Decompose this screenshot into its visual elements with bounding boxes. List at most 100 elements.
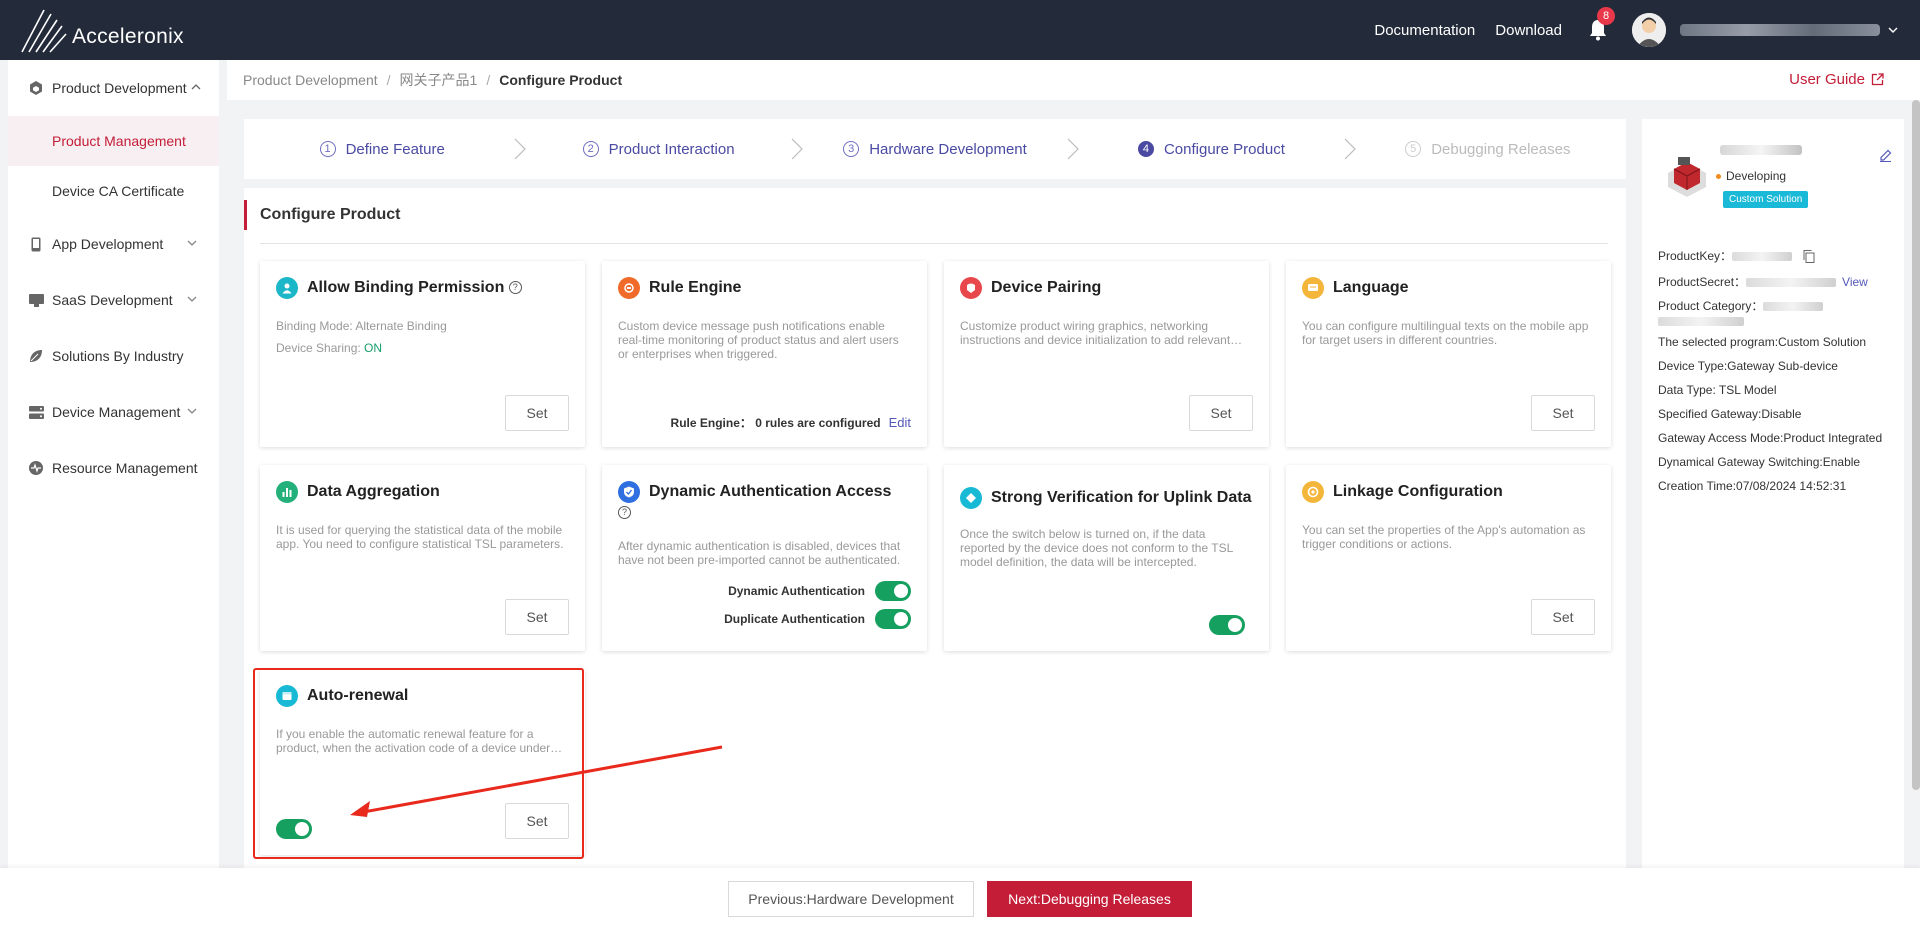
card-title: Language — [1333, 279, 1409, 296]
sidebar-item-label: SaaS Development — [52, 292, 173, 308]
sidebar-item-saas-development[interactable]: SaaS Development — [8, 272, 219, 328]
renewal-icon — [276, 685, 298, 707]
device-sharing-value: ON — [364, 341, 383, 355]
sidebar-item-product-development[interactable]: Product Development — [8, 60, 219, 116]
help-icon[interactable]: ? — [618, 506, 631, 520]
card-title: Rule Engine — [649, 279, 742, 296]
username-redacted[interactable] — [1680, 24, 1880, 36]
sidebar-item-resource-management[interactable]: Resource Management — [8, 440, 219, 496]
sidebar-item-label: Solutions By Industry — [52, 348, 184, 364]
brand-logo[interactable]: Acceleronix — [20, 8, 184, 54]
card-title: Dynamic Authentication Access — [649, 483, 892, 500]
aggregation-set-button[interactable]: Set — [505, 599, 569, 635]
view-secret-link[interactable]: View — [1842, 275, 1868, 289]
creation-time: Creation Time:07/08/2024 14:52:31 — [1658, 479, 1847, 493]
step-hardware-development[interactable]: 3 Hardware Development — [797, 138, 1080, 160]
dynamic-authentication-toggle[interactable] — [875, 581, 911, 601]
rule-count-text: Rule Engine： 0 rules are configured — [670, 416, 881, 430]
auto-renewal-toggle[interactable] — [276, 819, 312, 839]
card-rule-engine: Rule Engine Custom device message push n… — [602, 261, 927, 447]
documentation-link[interactable]: Documentation — [1374, 22, 1475, 39]
language-set-button[interactable]: Set — [1531, 395, 1595, 431]
shield-check-icon — [618, 481, 640, 503]
linkage-gear-icon — [1302, 481, 1324, 503]
card-strong-verification: Strong Verification for Uplink Data Once… — [944, 465, 1269, 651]
card-allow-binding-permission: Allow Binding Permission ? Binding Mode:… — [260, 261, 585, 447]
monitor-icon — [28, 292, 44, 308]
user-lock-icon — [276, 277, 298, 299]
product-info-panel: Developing Custom Solution ProductKey： P… — [1642, 119, 1904, 868]
chevron-up-icon — [191, 84, 201, 90]
pairing-icon — [960, 277, 982, 299]
user-guide-link[interactable]: User Guide — [1789, 71, 1884, 88]
card-title: Auto-renewal — [307, 687, 409, 704]
data-type: Data Type: TSL Model — [1658, 383, 1777, 397]
help-icon[interactable]: ? — [508, 281, 522, 295]
breadcrumb-item-product-development[interactable]: Product Development — [243, 72, 378, 88]
next-step-button[interactable]: Next:Debugging Releases — [987, 881, 1192, 917]
breadcrumb-item-product[interactable]: 网关子产品1 — [400, 70, 478, 90]
sidebar-item-device-ca-certificate[interactable]: Device CA Certificate — [8, 166, 219, 216]
product-status: Developing — [1715, 169, 1787, 183]
step-label: Product Interaction — [608, 140, 735, 158]
breadcrumb-separator: / — [386, 72, 391, 88]
step-number: 1 — [319, 141, 336, 157]
page-scrollbar[interactable] — [1912, 100, 1920, 790]
product-key-row: ProductKey： — [1658, 247, 1815, 264]
section-title: Configure Product — [244, 200, 400, 230]
sidebar-item-solutions-by-industry[interactable]: Solutions By Industry — [8, 328, 219, 384]
bar-chart-icon — [276, 481, 298, 503]
step-label: Hardware Development — [869, 140, 1027, 158]
step-configure-product[interactable]: 4 Configure Product — [1073, 138, 1356, 160]
sidebar-item-product-management[interactable]: Product Management — [8, 116, 219, 166]
product-category-redacted — [1763, 302, 1824, 312]
user-avatar[interactable] — [1632, 13, 1666, 47]
binding-mode-text: Binding Mode: Alternate Binding — [276, 319, 447, 333]
auto-renewal-set-button[interactable]: Set — [505, 803, 569, 839]
edit-pencil-icon[interactable] — [1879, 149, 1892, 162]
chevron-down-icon[interactable] — [1888, 27, 1898, 33]
step-debugging-releases[interactable]: 5 Debugging Releases — [1350, 141, 1626, 158]
server-icon — [28, 404, 44, 420]
sidebar-item-app-development[interactable]: App Development — [8, 216, 219, 272]
notification-count-badge: 8 — [1597, 7, 1615, 25]
duplicate-authentication-toggle[interactable] — [875, 609, 911, 629]
user-avatar-icon — [1632, 13, 1666, 47]
rule-engine-edit-link[interactable]: Edit — [889, 415, 911, 430]
card-title: Device Pairing — [991, 279, 1102, 296]
dynamic-authentication-row: Dynamic Authentication — [728, 581, 911, 601]
chevron-down-icon — [187, 240, 197, 246]
previous-step-button[interactable]: Previous:Hardware Development — [728, 881, 974, 917]
card-description: Once the switch below is turned on, if t… — [960, 527, 1233, 569]
pulse-icon — [28, 460, 44, 476]
custom-solution-tag: Custom Solution — [1723, 191, 1809, 208]
product-category-redacted — [1658, 317, 1744, 327]
linkage-set-button[interactable]: Set — [1531, 599, 1595, 635]
copy-icon[interactable] — [1803, 250, 1815, 264]
sidebar-item-device-management[interactable]: Device Management — [8, 384, 219, 440]
card-auto-renewal: Auto-renewal If you enable the automatic… — [260, 669, 585, 855]
top-navbar: Acceleronix Documentation Download 8 — [0, 0, 1920, 60]
device-type: Device Type:Gateway Sub-device — [1658, 359, 1838, 373]
binding-set-button[interactable]: Set — [505, 395, 569, 431]
step-product-interaction[interactable]: 2 Product Interaction — [520, 138, 803, 160]
sidebar: Product Development Product Management D… — [8, 60, 219, 868]
step-number: 5 — [1405, 141, 1422, 157]
verification-icon — [960, 487, 982, 509]
brand-name: Acceleronix — [72, 25, 184, 48]
sidebar-item-label: Resource Management — [52, 460, 198, 476]
pairing-set-button[interactable]: Set — [1189, 395, 1253, 431]
breadcrumb-item-current: Configure Product — [499, 72, 623, 88]
card-title: Allow Binding Permission — [307, 279, 505, 296]
strong-verification-toggle[interactable] — [1209, 615, 1245, 635]
step-number: 4 — [1137, 141, 1154, 157]
chevron-down-icon — [187, 296, 197, 302]
user-guide-label: User Guide — [1789, 71, 1865, 88]
card-description: You can set the properties of the App's … — [1302, 523, 1586, 551]
gateway-access-mode: Gateway Access Mode:Product Integrated — [1658, 431, 1883, 445]
step-define-feature[interactable]: 1 Define Feature — [244, 138, 527, 160]
phone-icon — [28, 236, 44, 252]
download-link[interactable]: Download — [1495, 22, 1562, 39]
logo-mark-icon — [21, 9, 67, 53]
notifications-button[interactable]: 8 — [1588, 7, 1615, 41]
